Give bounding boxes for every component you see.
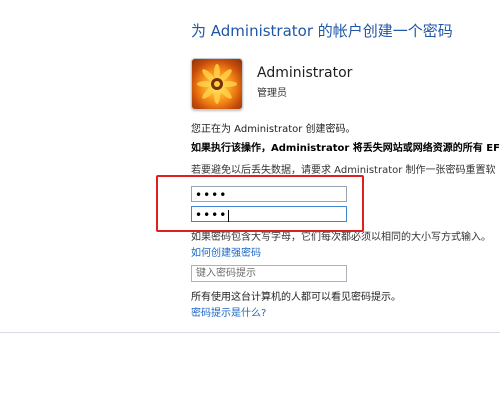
new-password-value: ••••: [195, 188, 228, 202]
what-is-hint-link[interactable]: 密码提示是什么?: [191, 304, 266, 319]
password-hint-input[interactable]: [191, 265, 347, 282]
page-title: 为 Administrator 的帐户创建一个密码: [191, 22, 453, 40]
user-avatar-flower-icon: [191, 58, 243, 110]
efs-warning-text: 如果执行该操作，Administrator 将丢失网站或网络资源的所有 EFS: [191, 143, 500, 154]
confirm-password-value: ••••: [195, 208, 228, 222]
create-password-panel: 为 Administrator 的帐户创建一个密码 Administrator …: [0, 0, 500, 332]
new-password-field[interactable]: ••••: [191, 186, 347, 202]
case-sensitivity-text: 如果密码包含大写字母，它们每次都必须以相同的大小写方式输入。: [191, 232, 491, 243]
strong-password-link[interactable]: 如何创建强密码: [191, 244, 261, 259]
creating-password-text: 您正在为 Administrator 创建密码。: [191, 124, 356, 135]
text-cursor: [228, 209, 230, 222]
confirm-password-field[interactable]: ••••: [191, 206, 347, 222]
user-role: 管理员: [257, 88, 287, 99]
user-name: Administrator: [257, 65, 353, 81]
hint-visibility-text: 所有使用这台计算机的人都可以看见密码提示。: [191, 292, 401, 303]
bottom-divider: [0, 332, 500, 333]
reset-disk-advice-text: 若要避免以后丢失数据，请要求 Administrator 制作一张密码重置软: [191, 165, 496, 176]
